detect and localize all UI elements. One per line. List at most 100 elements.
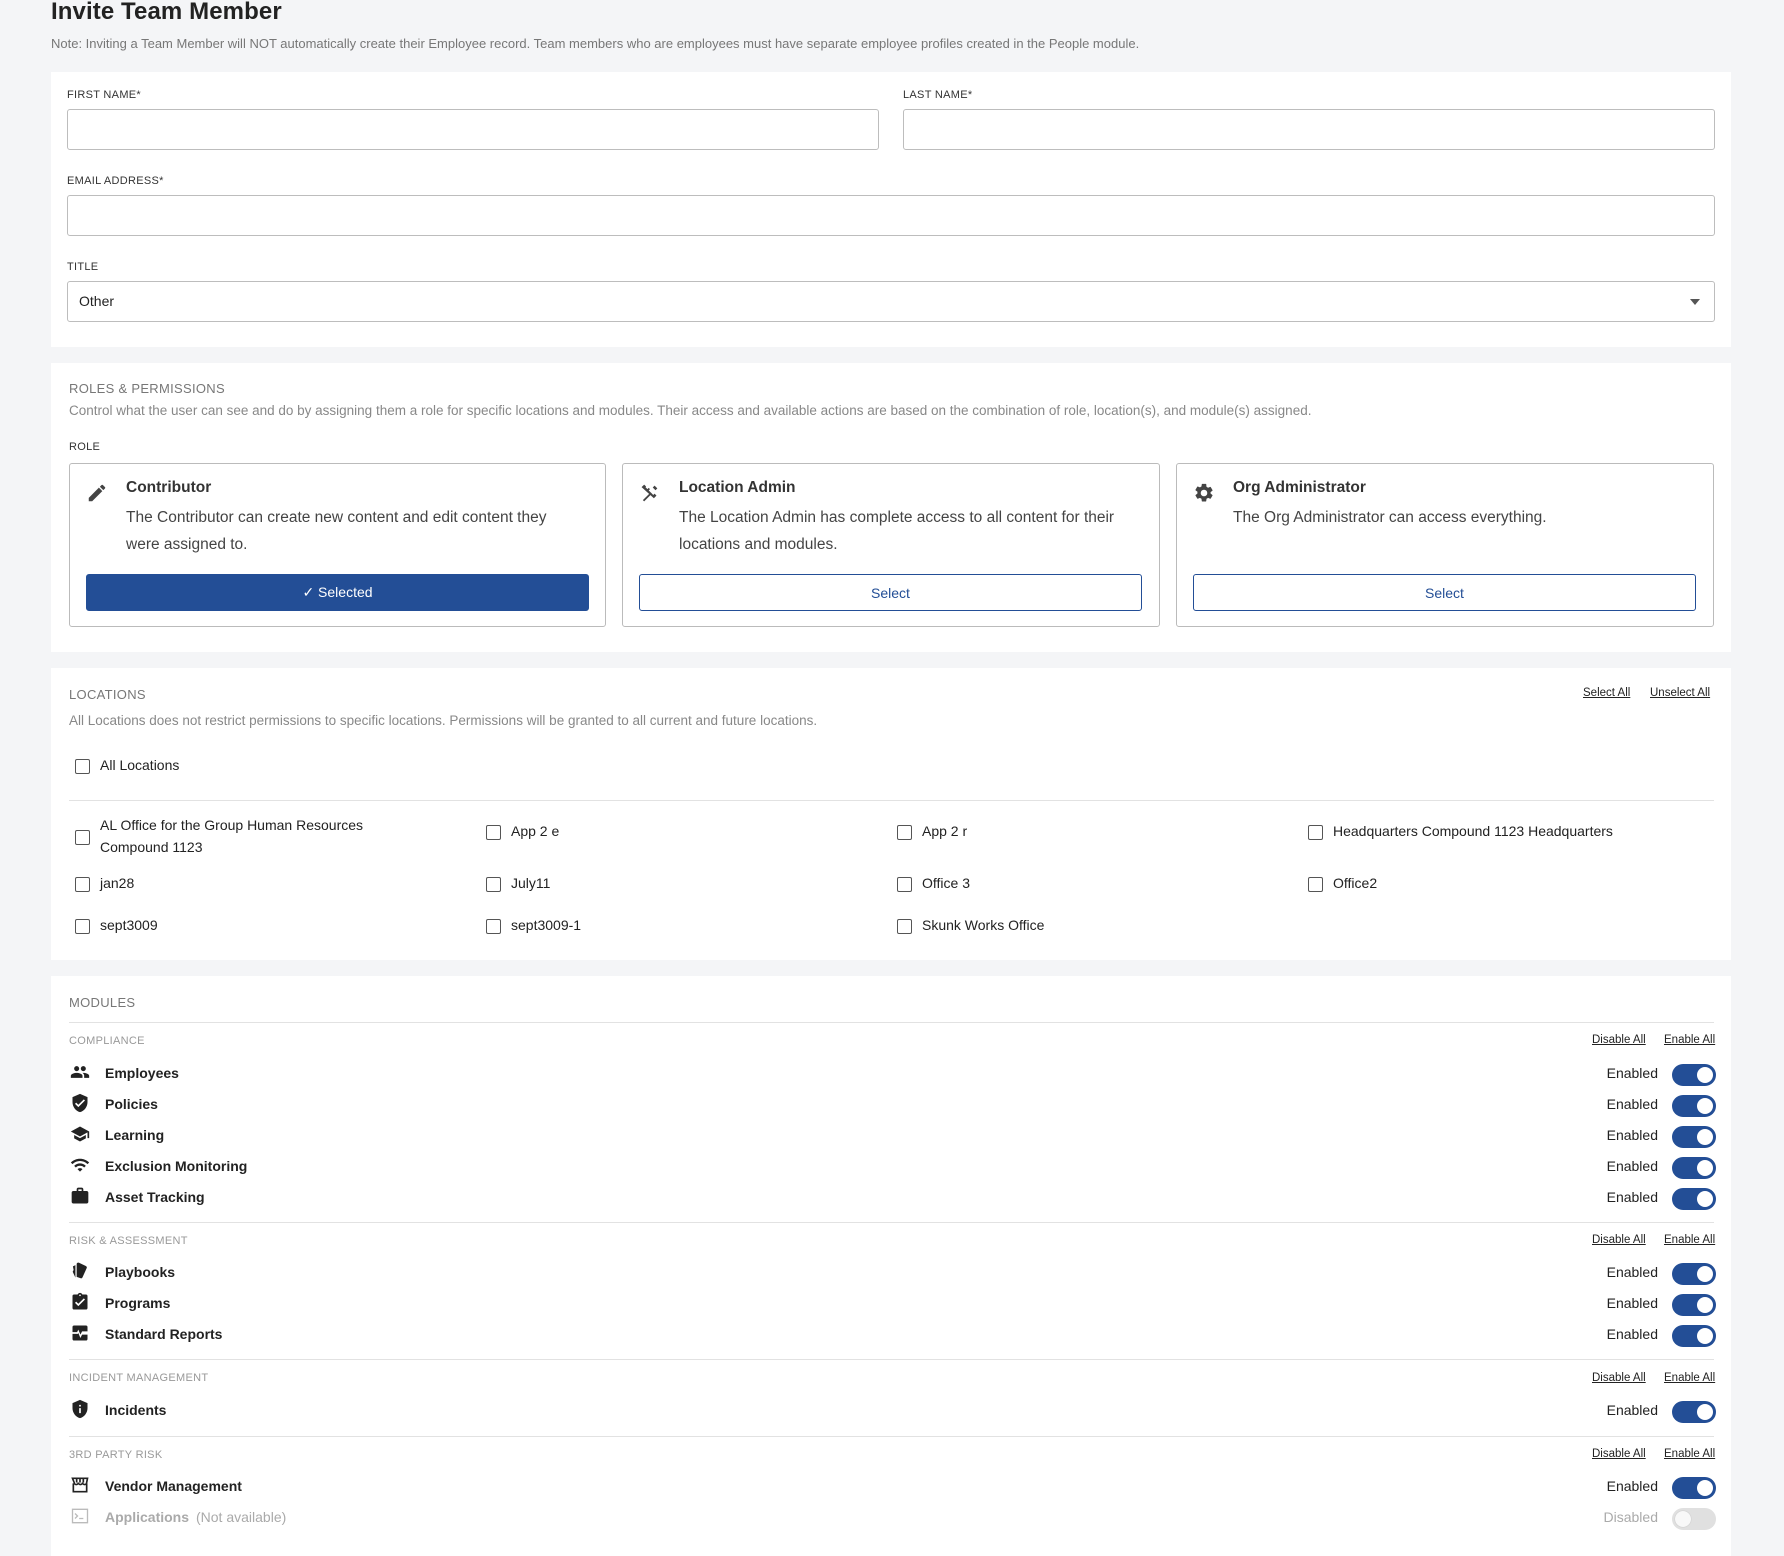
module-toggle[interactable] bbox=[1672, 1157, 1716, 1179]
disable-all-link[interactable]: Disable All bbox=[1592, 1234, 1646, 1246]
location-checkbox[interactable] bbox=[897, 825, 912, 840]
role-name: Contributor bbox=[126, 479, 212, 496]
module-toggle[interactable] bbox=[1672, 1126, 1716, 1148]
roles-description: Control what the user can see and do by … bbox=[69, 403, 1312, 418]
locations-description: All Locations does not restrict permissi… bbox=[69, 713, 818, 728]
module-name: Playbooks bbox=[105, 1264, 176, 1280]
enable-all-link[interactable]: Enable All bbox=[1664, 1234, 1715, 1246]
pencil-icon bbox=[88, 484, 106, 502]
location-checkbox[interactable] bbox=[75, 877, 90, 892]
module-toggle-disabled bbox=[1672, 1508, 1716, 1530]
first-name-label: FIRST NAME* bbox=[67, 89, 141, 101]
module-status: Enabled bbox=[1606, 1096, 1658, 1112]
tools-icon bbox=[641, 484, 658, 502]
role-card-org-administrator[interactable]: Org Administrator The Org Administrator … bbox=[1176, 463, 1714, 627]
role-label: ROLE bbox=[69, 441, 101, 453]
role-name: Org Administrator bbox=[1233, 479, 1366, 496]
last-name-input[interactable] bbox=[903, 109, 1715, 150]
module-toggle[interactable] bbox=[1672, 1325, 1716, 1347]
location-checkbox[interactable] bbox=[486, 919, 501, 934]
disable-all-link[interactable]: Disable All bbox=[1592, 1448, 1646, 1460]
location-checkbox[interactable] bbox=[75, 830, 90, 845]
gear-icon bbox=[1195, 483, 1213, 502]
briefcase-icon bbox=[71, 1187, 89, 1204]
locations-card: LOCATIONS Select All Unselect All All Lo… bbox=[51, 668, 1731, 960]
unselect-all-link[interactable]: Unselect All bbox=[1650, 687, 1710, 699]
module-toggle[interactable] bbox=[1672, 1095, 1716, 1117]
module-toggle[interactable] bbox=[1672, 1188, 1716, 1210]
page-title: Invite Team Member bbox=[51, 0, 282, 25]
module-name: Asset Tracking bbox=[105, 1189, 205, 1205]
email-input[interactable] bbox=[67, 195, 1715, 236]
module-toggle[interactable] bbox=[1672, 1477, 1716, 1499]
role-card-contributor[interactable]: Contributor The Contributor can create n… bbox=[69, 463, 606, 627]
basic-info-card: FIRST NAME* LAST NAME* EMAIL ADDRESS* TI… bbox=[51, 72, 1731, 347]
roles-section-title: ROLES & PERMISSIONS bbox=[69, 381, 225, 396]
module-name: Learning bbox=[105, 1127, 165, 1143]
module-group-title: COMPLIANCE bbox=[69, 1035, 145, 1047]
disable-all-link[interactable]: Disable All bbox=[1592, 1034, 1646, 1046]
first-name-input[interactable] bbox=[67, 109, 879, 150]
module-toggle[interactable] bbox=[1672, 1263, 1716, 1285]
role-selected-button[interactable]: ✓ Selected bbox=[86, 574, 589, 611]
all-locations-label: All Locations bbox=[100, 757, 180, 773]
enable-all-link[interactable]: Enable All bbox=[1664, 1448, 1715, 1460]
location-label: sept3009-1 bbox=[511, 917, 582, 933]
role-description: The Contributor can create new content a… bbox=[126, 509, 547, 553]
cards-icon bbox=[72, 1262, 87, 1279]
locations-section-title: LOCATIONS bbox=[69, 687, 146, 702]
module-toggle[interactable] bbox=[1672, 1064, 1716, 1086]
location-label: Headquarters Compound 1123 Headquarters bbox=[1333, 823, 1613, 839]
title-select[interactable]: Other bbox=[67, 281, 1715, 322]
location-checkbox[interactable] bbox=[486, 825, 501, 840]
all-locations-checkbox[interactable] bbox=[75, 759, 90, 774]
module-status: Enabled bbox=[1606, 1127, 1658, 1143]
select-all-link[interactable]: Select All bbox=[1583, 687, 1630, 699]
disable-all-link[interactable]: Disable All bbox=[1592, 1372, 1646, 1384]
module-toggle[interactable] bbox=[1672, 1294, 1716, 1316]
module-toggle[interactable] bbox=[1672, 1401, 1716, 1423]
location-label: Office2 bbox=[1333, 875, 1378, 891]
role-select-button[interactable]: Select bbox=[1193, 574, 1696, 611]
location-checkbox[interactable] bbox=[897, 877, 912, 892]
roles-card: ROLES & PERMISSIONS Control what the use… bbox=[51, 363, 1731, 652]
location-checkbox[interactable] bbox=[897, 919, 912, 934]
module-status: Enabled bbox=[1606, 1158, 1658, 1174]
group-divider bbox=[69, 1359, 1714, 1360]
module-status: Enabled bbox=[1606, 1402, 1658, 1418]
email-label: EMAIL ADDRESS* bbox=[67, 175, 164, 187]
location-checkbox[interactable] bbox=[1308, 825, 1323, 840]
terminal-window-icon bbox=[71, 1508, 89, 1524]
location-label: July11 bbox=[511, 875, 551, 891]
location-checkbox[interactable] bbox=[75, 919, 90, 934]
module-status: Enabled bbox=[1606, 1478, 1658, 1494]
group-divider bbox=[69, 1436, 1714, 1437]
role-description: The Org Administrator can access everyth… bbox=[1233, 509, 1547, 526]
module-name: Exclusion Monitoring bbox=[105, 1158, 248, 1174]
enable-all-link[interactable]: Enable All bbox=[1664, 1372, 1715, 1384]
role-select-button[interactable]: Select bbox=[639, 574, 1142, 611]
module-status: Enabled bbox=[1606, 1264, 1658, 1280]
module-status: Enabled bbox=[1606, 1189, 1658, 1205]
pulse-report-icon bbox=[72, 1325, 88, 1341]
module-name: Programs bbox=[105, 1295, 171, 1311]
module-name: Applications bbox=[105, 1509, 190, 1525]
module-status: Disabled bbox=[1603, 1509, 1658, 1525]
wifi-icon bbox=[70, 1158, 90, 1172]
enable-all-link[interactable]: Enable All bbox=[1664, 1034, 1715, 1046]
location-label: jan28 bbox=[100, 875, 135, 891]
page-note: Note: Inviting a Team Member will NOT au… bbox=[51, 36, 1140, 51]
module-group-title: INCIDENT MANAGEMENT bbox=[69, 1372, 209, 1384]
clipboard-check-icon bbox=[72, 1292, 88, 1310]
shield-alert-icon bbox=[72, 1399, 88, 1419]
title-select-value: Other bbox=[79, 293, 115, 309]
last-name-label: LAST NAME* bbox=[903, 89, 973, 101]
module-note: (Not available) bbox=[196, 1509, 287, 1525]
shield-check-icon bbox=[72, 1093, 88, 1113]
location-checkbox[interactable] bbox=[486, 877, 501, 892]
role-card-location-admin[interactable]: Location Admin The Location Admin has co… bbox=[622, 463, 1160, 627]
location-checkbox[interactable] bbox=[1308, 877, 1323, 892]
title-label: TITLE bbox=[67, 261, 99, 273]
locations-divider bbox=[69, 800, 1714, 801]
chevron-down-icon bbox=[1690, 299, 1700, 305]
